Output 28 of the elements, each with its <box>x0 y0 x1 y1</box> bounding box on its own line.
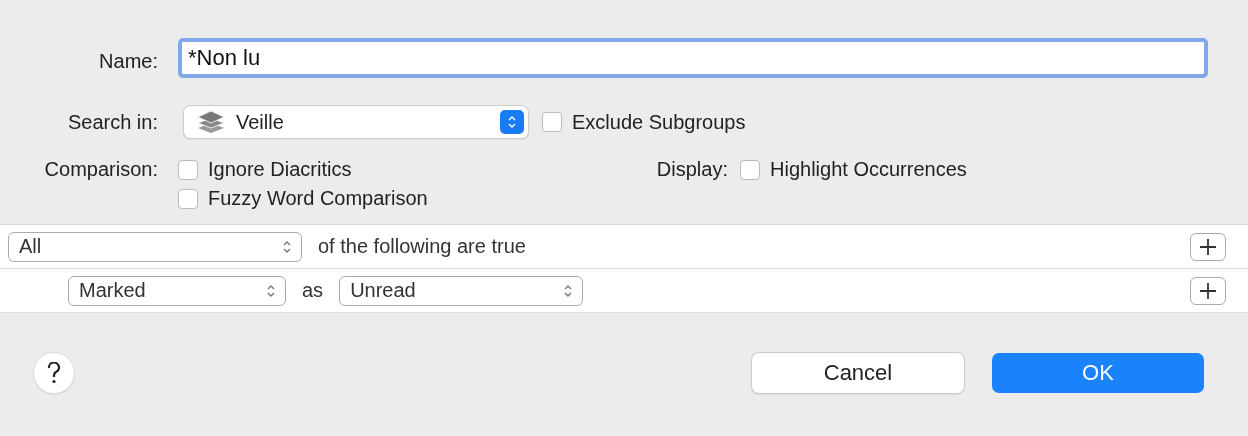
field-label: Display: <box>656 158 728 181</box>
add-icon <box>1199 281 1217 300</box>
up-down-icon <box>508 115 516 129</box>
rule-popup[interactable]: Marked <box>68 275 286 306</box>
up-down-icon <box>564 283 573 298</box>
checkbox[interactable]: Exclude Subgroups <box>542 110 746 134</box>
rule-popup[interactable]: Unread <box>339 275 584 306</box>
add-button[interactable] <box>1190 276 1226 305</box>
field-label: Search in: <box>67 110 158 134</box>
up-down-icon <box>283 239 291 254</box>
field-label: Name: <box>99 49 158 73</box>
layers-icon <box>196 109 226 135</box>
help-icon <box>47 362 61 384</box>
add-button[interactable] <box>1190 232 1226 261</box>
checkbox[interactable]: Highlight Occurrences <box>740 158 1248 181</box>
group-popup[interactable]: Veille <box>184 106 528 138</box>
checkbox[interactable]: Ignore Diacritics <box>178 158 620 181</box>
checkbox[interactable]: Fuzzy Word Comparison <box>178 187 620 210</box>
help-button[interactable] <box>34 353 74 393</box>
rule-text: of the following are true <box>318 235 526 258</box>
field-label: Comparison: <box>44 158 158 181</box>
up-down-icon <box>267 283 275 298</box>
name-field[interactable]: *Non lu <box>178 38 1208 78</box>
dialog-button[interactable]: Cancel <box>752 353 964 393</box>
rule-popup[interactable]: All <box>8 231 302 262</box>
add-icon <box>1199 237 1217 256</box>
rule-text: as <box>302 279 324 302</box>
dialog-button[interactable]: OK <box>992 353 1204 393</box>
